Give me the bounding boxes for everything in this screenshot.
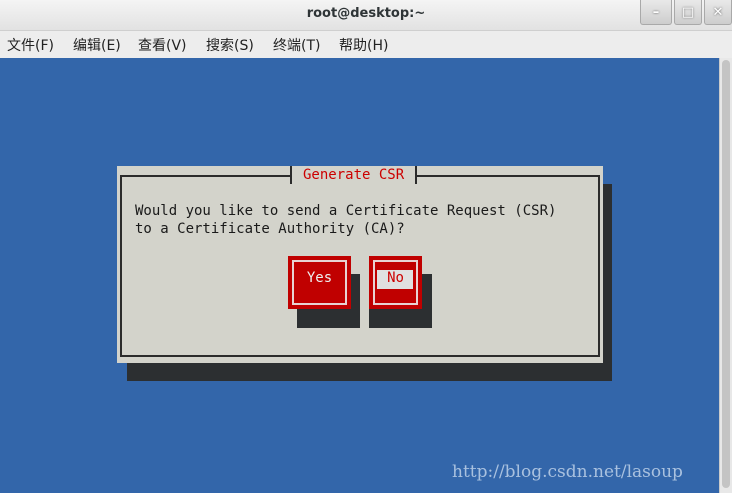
menu-terminal[interactable]: 终端(T) xyxy=(273,35,320,55)
dialog-title: Generate CSR xyxy=(290,166,418,184)
menu-edit[interactable]: 编辑(E) xyxy=(73,35,121,55)
minimize-icon[interactable]: – xyxy=(640,0,672,25)
message-line-1: Would you like to send a Certificate Req… xyxy=(135,203,557,219)
close-icon[interactable]: ✕ xyxy=(704,0,732,25)
no-button[interactable]: No xyxy=(369,256,422,309)
yes-button[interactable]: Yes xyxy=(288,256,351,309)
watermark: http://blog.csdn.net/lasoup xyxy=(452,462,683,482)
menu-help[interactable]: 帮助(H) xyxy=(339,35,388,55)
title-bar: root@desktop:~ – □ ✕ xyxy=(0,0,732,31)
terminal-scrollbar[interactable] xyxy=(719,58,732,493)
csr-dialog: Generate CSR Would you like to send a Ce… xyxy=(117,166,603,363)
maximize-icon[interactable]: □ xyxy=(674,0,702,25)
menu-view[interactable]: 查看(V) xyxy=(138,35,187,55)
menu-search[interactable]: 搜索(S) xyxy=(206,35,254,55)
scrollbar-thumb[interactable] xyxy=(722,60,730,488)
window-controls: – □ ✕ xyxy=(638,0,732,26)
yes-button-label: Yes xyxy=(306,270,333,286)
message-line-2: to a Certificate Authority (CA)? xyxy=(135,221,405,237)
menu-bar: 文件(F) 编辑(E) 查看(V) 搜索(S) 终端(T) 帮助(H) xyxy=(0,31,732,57)
no-button-label: No xyxy=(387,270,404,286)
menu-file[interactable]: 文件(F) xyxy=(7,35,54,55)
window-title: root@desktop:~ xyxy=(306,6,426,21)
dialog-message: Would you like to send a Certificate Req… xyxy=(135,202,556,238)
